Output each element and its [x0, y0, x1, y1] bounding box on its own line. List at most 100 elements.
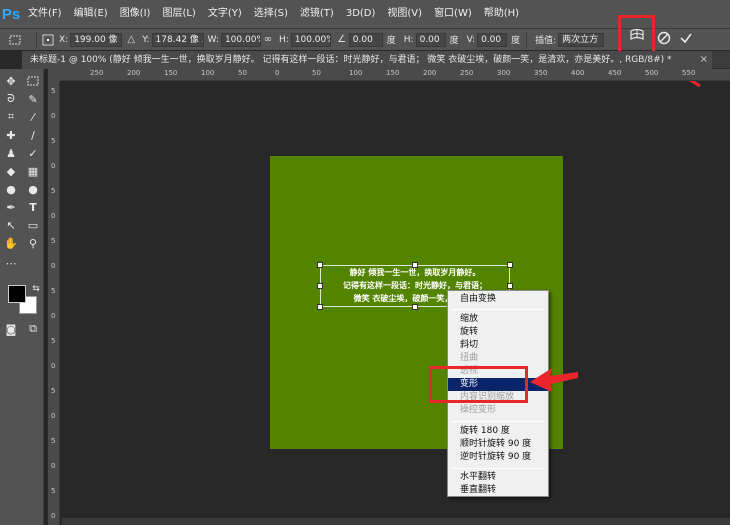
ruler-tick: 0 — [51, 112, 56, 120]
ruler-tick: 0 — [51, 262, 56, 270]
menu-filter[interactable]: 滤镜(T) — [294, 0, 340, 28]
h-label: H: — [278, 34, 289, 45]
menu-item-flip-horizontal[interactable]: 水平翻转 — [448, 471, 548, 484]
vskew-label: V: — [466, 34, 476, 45]
transform-handle[interactable] — [317, 262, 323, 268]
menu-select[interactable]: 选择(S) — [248, 0, 294, 28]
ruler-tick: 50 — [238, 69, 247, 77]
x-field[interactable]: 199.00 像 ... — [70, 32, 123, 47]
screen-mode-icon[interactable]: ⧉ — [25, 321, 41, 337]
menu-window[interactable]: 窗口(W) — [428, 0, 478, 28]
healing-brush-icon[interactable]: ✚ — [3, 127, 19, 143]
transform-handle[interactable] — [412, 262, 418, 268]
stamp-tool-icon[interactable]: ♟ — [3, 145, 19, 161]
menu-file[interactable]: 文件(F) — [22, 0, 68, 28]
y-label: Y: — [142, 34, 150, 45]
hskew-label: H: — [403, 34, 414, 45]
ruler-tick: 50 — [312, 69, 321, 77]
blur-tool-icon[interactable]: ● — [3, 181, 19, 197]
foreground-color-swatch[interactable] — [8, 285, 26, 303]
ruler-tick: 0 — [51, 362, 56, 370]
menu-view[interactable]: 视图(V) — [381, 0, 428, 28]
menu-item-rotate[interactable]: 旋转 — [448, 326, 548, 339]
crop-tool-icon[interactable]: ⌗ — [3, 109, 19, 125]
ruler-tick: 100 — [201, 69, 215, 77]
hskew-field[interactable]: 0.00 — [415, 32, 446, 47]
ruler-tick: 250 — [460, 69, 474, 77]
ruler-tick: 0 — [275, 69, 280, 77]
path-select-tool-icon[interactable]: ↖ — [3, 217, 19, 233]
transform-handle[interactable] — [412, 304, 418, 310]
move-tool-icon[interactable]: ✥ — [3, 73, 19, 89]
angle-field[interactable]: 0.00 — [348, 32, 383, 47]
marquee-tool-icon[interactable] — [25, 73, 41, 89]
transform-handle[interactable] — [317, 304, 323, 310]
menu-edit[interactable]: 编辑(E) — [68, 0, 114, 28]
ruler-tick: 450 — [608, 69, 622, 77]
menu-item-rotate-90-cw[interactable]: 顺时针旋转 90 度 — [448, 438, 548, 451]
document-tab[interactable]: 未标题-1 @ 100% (静好 倾我一生一世，换取岁月静好。 记得有这样一段话… — [22, 51, 712, 69]
commit-transform-button[interactable] — [678, 30, 694, 46]
interp-select[interactable]: 两次立方 — [558, 32, 605, 47]
angle-icon: ∠ — [337, 34, 347, 45]
menu-type[interactable]: 文字(Y) — [202, 0, 248, 28]
menu-item-flip-vertical[interactable]: 垂直翻转 — [448, 484, 548, 497]
warp-mode-button[interactable] — [618, 15, 655, 55]
tab-close-button[interactable]: × — [700, 51, 708, 69]
menu-item-free-transform[interactable]: 自由变换 — [448, 293, 548, 306]
h-field[interactable]: 100.00% — [290, 32, 331, 47]
transform-handle[interactable] — [507, 262, 513, 268]
tools-panel: ✥ ᘐ ✎ ⌗ ⁄ ✚ / ♟ ✓ ◆ ▦ ● ● ✒ T ↖ ▭ ✋ ⚲ ⋯ … — [0, 69, 44, 525]
photoshop-window: Ps 文件(F) 编辑(E) 图像(I) 图层(L) 文字(Y) 选择(S) 滤… — [0, 0, 730, 525]
quick-select-tool-icon[interactable]: ✎ — [25, 91, 41, 107]
vertical-ruler: 5 0 5 0 5 0 5 0 5 0 5 0 5 0 5 0 5 0 — [48, 81, 60, 525]
ruler-tick: 0 — [51, 412, 56, 420]
angle-unit: 度 — [386, 36, 396, 46]
hand-tool-icon[interactable]: ✋ — [3, 235, 19, 251]
transform-handle[interactable] — [507, 283, 513, 289]
ruler-tick: 5 — [51, 487, 56, 495]
type-tool-icon[interactable]: T — [25, 199, 41, 215]
ruler-tick: 100 — [349, 69, 363, 77]
menu-image[interactable]: 图像(I) — [114, 0, 157, 28]
quick-mask-icon[interactable]: ◙ — [3, 321, 19, 337]
reference-point-icon[interactable] — [41, 33, 55, 47]
menu-help[interactable]: 帮助(H) — [478, 0, 525, 28]
y-field[interactable]: 178.42 像 ... — [151, 32, 204, 47]
ruler-tick: 5 — [51, 137, 56, 145]
vskew-field[interactable]: 0.00 — [477, 32, 508, 47]
swap-colors-icon[interactable]: ⇆ — [28, 281, 44, 297]
pen-tool-icon[interactable]: ✒ — [3, 199, 19, 215]
dodge-tool-icon[interactable]: ● — [25, 181, 41, 197]
history-brush-icon[interactable]: ✓ — [25, 145, 41, 161]
menu-layer[interactable]: 图层(L) — [156, 0, 201, 28]
menu-item-skew[interactable]: 斜切 — [448, 339, 548, 352]
lasso-tool-icon[interactable]: ᘐ — [3, 91, 19, 107]
ruler-tick: 5 — [51, 287, 56, 295]
menu-item-scale[interactable]: 缩放 — [448, 313, 548, 326]
horizontal-ruler: 250 200 150 100 50 0 50 100 150 200 250 … — [62, 69, 730, 81]
cancel-transform-button[interactable] — [656, 30, 672, 46]
annotation-highlight-box — [429, 366, 528, 403]
zoom-tool-icon[interactable]: ⚲ — [25, 235, 41, 251]
ruler-tick: 250 — [90, 69, 104, 77]
link-icon[interactable]: ∞ — [261, 33, 275, 47]
status-bar — [62, 518, 730, 525]
more-tools-icon[interactable]: ⋯ — [3, 255, 19, 271]
rectangle-tool-icon[interactable]: ▭ — [25, 217, 41, 233]
menu-separator — [452, 309, 544, 310]
delta-icon[interactable]: △ — [124, 33, 138, 47]
ruler-tick: 0 — [51, 162, 56, 170]
ruler-tick: 350 — [534, 69, 548, 77]
brush-tool-icon[interactable]: / — [25, 127, 41, 143]
eyedropper-tool-icon[interactable]: ⁄ — [25, 109, 41, 125]
transform-handle[interactable] — [317, 283, 323, 289]
w-field[interactable]: 100.00% — [220, 32, 261, 47]
menu-3d[interactable]: 3D(D) — [340, 0, 382, 28]
menu-item-rotate-180[interactable]: 旋转 180 度 — [448, 425, 548, 438]
gradient-tool-icon[interactable]: ▦ — [25, 163, 41, 179]
eraser-tool-icon[interactable]: ◆ — [3, 163, 19, 179]
x-label: X: — [59, 34, 69, 45]
document-tab-bar: 未标题-1 @ 100% (静好 倾我一生一世，换取岁月静好。 记得有这样一段话… — [22, 51, 730, 69]
menu-item-rotate-90-ccw[interactable]: 逆时针旋转 90 度 — [448, 451, 548, 464]
